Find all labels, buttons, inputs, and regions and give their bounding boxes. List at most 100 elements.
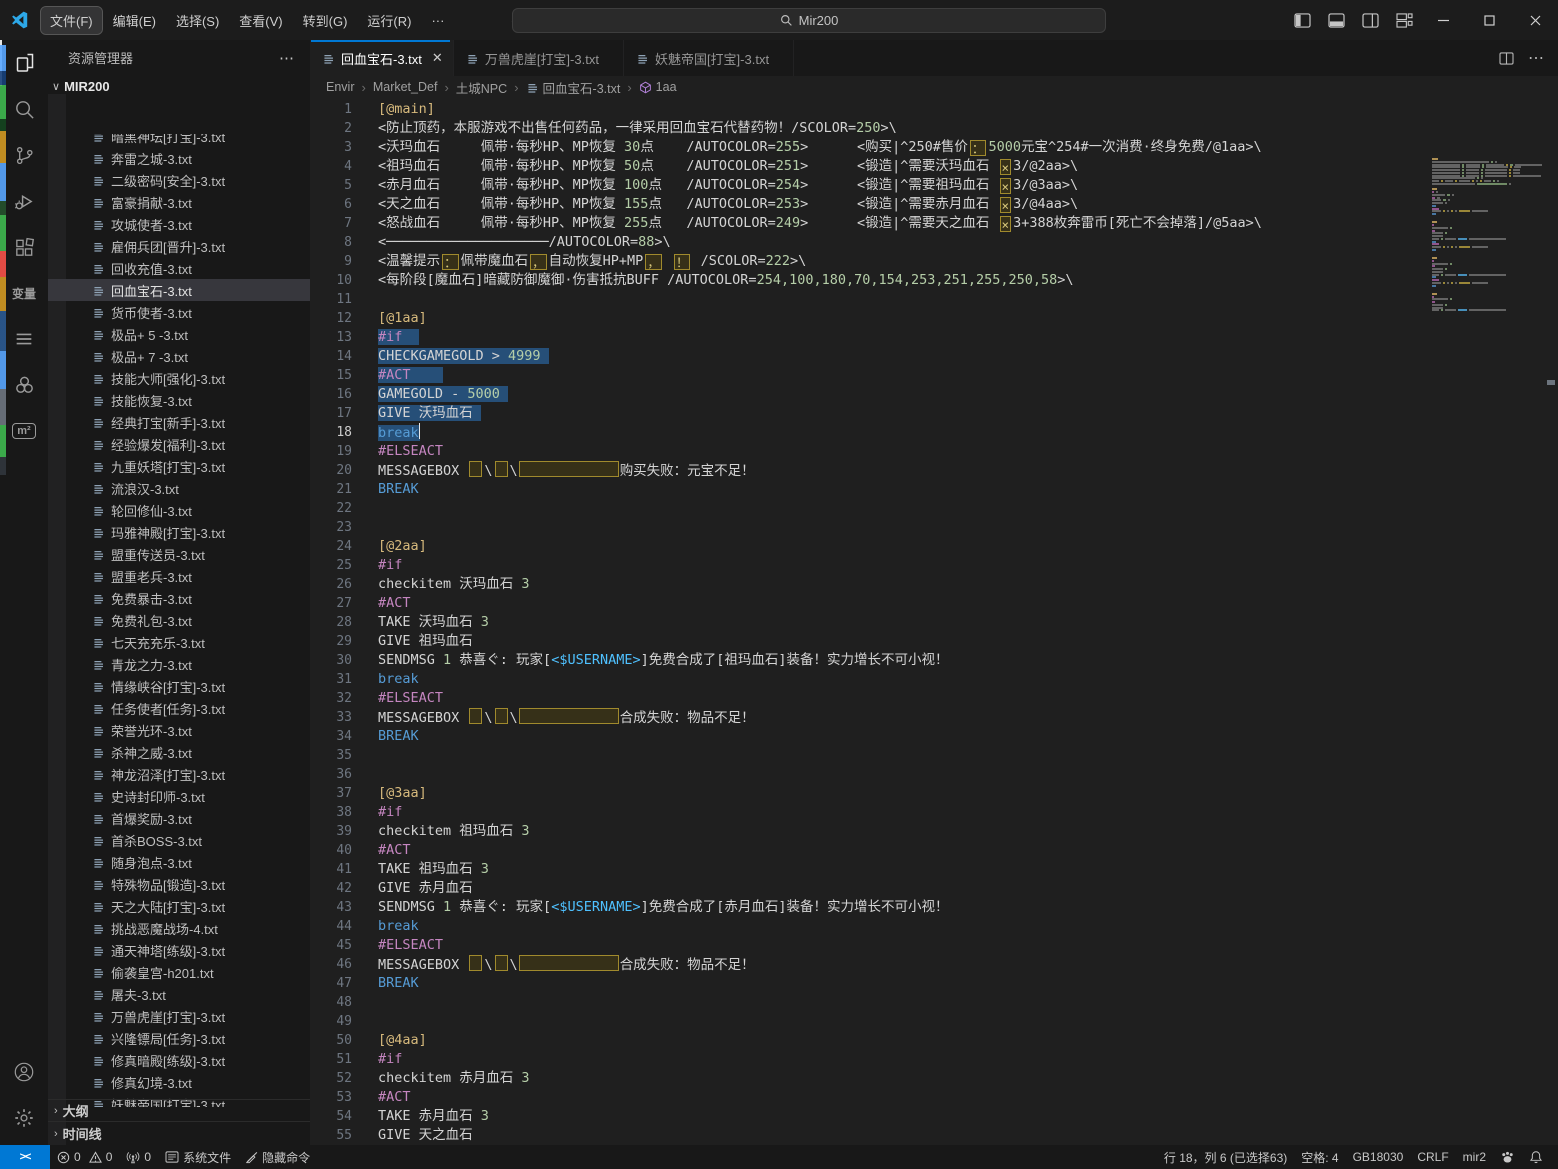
file-item[interactable]: 首杀BOSS-3.txt (48, 829, 310, 851)
ports-status[interactable]: 0 (119, 1145, 158, 1169)
file-item[interactable]: 极品+ 7 -3.txt (48, 345, 310, 367)
activity-knot-extension-icon[interactable] (0, 362, 48, 408)
code-line[interactable]: 12[@1aa] (310, 309, 1558, 328)
code-line[interactable]: 45#ELSEACT (310, 936, 1558, 955)
breadcrumb-item[interactable]: Envir (326, 80, 354, 94)
file-item[interactable]: 富豪捐献-3.txt (48, 191, 310, 213)
file-item[interactable]: 天之大陆[打宝]-3.txt (48, 895, 310, 917)
file-item[interactable]: 史诗封印师-3.txt (48, 785, 310, 807)
file-item[interactable]: 通天神塔[练级]-3.txt (48, 939, 310, 961)
problems-status[interactable]: 0 0 (50, 1145, 119, 1169)
code-line[interactable]: 1[@main] (310, 100, 1558, 119)
code-line[interactable]: 35 (310, 746, 1558, 765)
breadcrumb-item[interactable]: Market_Def (373, 80, 438, 94)
menu-item[interactable]: ··· (422, 9, 453, 32)
code-editor[interactable]: 1[@main]2<防止顶药，本服游戏不出售任何药品，一律采用回血宝石代替药物！… (310, 98, 1558, 1145)
file-item[interactable]: 技能大师[强化]-3.txt (48, 367, 310, 389)
activity-extensions-icon[interactable] (0, 224, 48, 270)
menu-item[interactable]: 转到(G) (294, 7, 357, 34)
code-line[interactable]: 13#if (310, 328, 1558, 347)
file-item[interactable]: 九重妖塔[打宝]-3.txt (48, 455, 310, 477)
code-line[interactable]: 30SENDMSG 1 恭喜ぐ: 玩家[<$USERNAME>]免费合成了[祖玛… (310, 651, 1558, 670)
file-item[interactable]: 攻城使者-3.txt (48, 213, 310, 235)
file-item[interactable]: 七天充充乐-3.txt (48, 631, 310, 653)
code-line[interactable]: 47BREAK (310, 974, 1558, 993)
file-item[interactable]: 青龙之力-3.txt (48, 653, 310, 675)
search-input[interactable]: Mir200 (512, 8, 1106, 33)
file-item[interactable]: 神龙沼泽[打宝]-3.txt (48, 763, 310, 785)
code-line[interactable]: 21BREAK (310, 480, 1558, 499)
cursor-position[interactable]: 行 18，列 6 (已选择63) (1157, 1145, 1294, 1169)
code-line[interactable]: 33MESSAGEBOX \\合成失败：物品不足！ (310, 708, 1558, 727)
code-line[interactable]: 11 (310, 290, 1558, 309)
file-item[interactable]: 盟重老兵-3.txt (48, 565, 310, 587)
explorer-more-icon[interactable]: ⋯ (279, 49, 294, 67)
code-line[interactable]: 4<祖玛血石 佩带·每秒HP、MP恢复 50点 /AUTOCOLOR=251> … (310, 157, 1558, 176)
code-line[interactable]: 28TAKE 沃玛血石 3 (310, 613, 1558, 632)
code-line[interactable]: 23 (310, 518, 1558, 537)
editor-tab[interactable]: 回血宝石-3.txt✕ (310, 40, 454, 76)
code-line[interactable]: 29GIVE 祖玛血石 (310, 632, 1558, 651)
file-item[interactable]: 挑战恶魔战场-4.txt (48, 917, 310, 939)
code-line[interactable]: 46MESSAGEBOX \\合成失败：物品不足！ (310, 955, 1558, 974)
code-line[interactable]: 50[@4aa] (310, 1031, 1558, 1050)
code-line[interactable]: 16GAMEGOLD - 5000 (310, 385, 1558, 404)
file-item[interactable]: 回血宝石-3.txt (48, 279, 310, 301)
menu-item[interactable]: 查看(V) (230, 7, 291, 34)
scrollbar[interactable] (1544, 98, 1558, 1145)
file-item[interactable]: 随身泡点-3.txt (48, 851, 310, 873)
code-line[interactable]: 38#if (310, 803, 1558, 822)
code-line[interactable]: 48 (310, 993, 1558, 1012)
system-file-status[interactable]: 系统文件 (158, 1145, 238, 1169)
file-item[interactable]: 轮回修仙-3.txt (48, 499, 310, 521)
toggle-sidebar-icon[interactable] (1288, 7, 1316, 33)
eol-sequence[interactable]: CRLF (1410, 1145, 1455, 1169)
code-line[interactable]: 39checkitem 祖玛血石 3 (310, 822, 1558, 841)
code-line[interactable]: 40#ACT (310, 841, 1558, 860)
file-item[interactable]: 奔雷之城-3.txt (48, 147, 310, 169)
breadcrumb-item[interactable]: 回血宝石-3.txt (526, 78, 621, 97)
file-item[interactable]: 玛雅神殿[打宝]-3.txt (48, 521, 310, 543)
editor-tab[interactable]: 万兽虎崖[打宝]-3.txt (454, 40, 624, 76)
file-item[interactable]: 特殊物品[锻造]-3.txt (48, 873, 310, 895)
code-line[interactable]: 26checkitem 沃玛血石 3 (310, 575, 1558, 594)
code-line[interactable]: 51#if (310, 1050, 1558, 1069)
editor-tab[interactable]: 妖魅帝国[打宝]-3.txt (624, 40, 794, 76)
editor-more-icon[interactable]: ⋯ (1528, 48, 1544, 68)
activity-run-debug-icon[interactable] (0, 178, 48, 224)
minimize-button[interactable] (1420, 0, 1466, 40)
code-line[interactable]: 49 (310, 1012, 1558, 1031)
code-line[interactable]: 34BREAK (310, 727, 1558, 746)
code-line[interactable]: 19#ELSEACT (310, 442, 1558, 461)
activity-search-icon[interactable] (0, 86, 48, 132)
file-item[interactable]: 经典打宝[新手]-3.txt (48, 411, 310, 433)
menu-item[interactable]: 文件(F) (41, 7, 102, 34)
toggle-panel-icon[interactable] (1322, 7, 1350, 33)
file-item[interactable]: 极品+ 5 -3.txt (48, 323, 310, 345)
file-item[interactable]: 免费礼包-3.txt (48, 609, 310, 631)
code-line[interactable]: 9<温馨提示：佩带魔血石，自动恢复HP+MP， ！ /SCOLOR=222>\ (310, 252, 1558, 271)
code-line[interactable]: 53#ACT (310, 1088, 1558, 1107)
menu-item[interactable]: 编辑(E) (104, 7, 165, 34)
code-line[interactable]: 43SENDMSG 1 恭喜ぐ: 玩家[<$USERNAME>]免费合成了[赤月… (310, 898, 1558, 917)
notifications-bell-icon[interactable] (1522, 1145, 1550, 1169)
file-item[interactable]: 万兽虎崖[打宝]-3.txt (48, 1005, 310, 1027)
toggle-secondary-sidebar-icon[interactable] (1356, 7, 1384, 33)
panel-timeline[interactable]: ›时间线 (48, 1121, 310, 1145)
code-line[interactable]: 55GIVE 天之血石 (310, 1126, 1558, 1145)
code-line[interactable]: 31break (310, 670, 1558, 689)
file-item[interactable]: 雇佣兵团[晋升]-3.txt (48, 235, 310, 257)
activity-bianliang-extension-icon[interactable]: 变量 (0, 270, 48, 316)
menu-item[interactable]: 选择(S) (167, 7, 228, 34)
code-line[interactable]: 54TAKE 赤月血石 3 (310, 1107, 1558, 1126)
file-item[interactable]: 盟重传送员-3.txt (48, 543, 310, 565)
file-item[interactable]: 任务使者[任务]-3.txt (48, 697, 310, 719)
activity-menu-extension-icon[interactable] (0, 316, 48, 362)
file-item[interactable]: 杀神之威-3.txt (48, 741, 310, 763)
file-item[interactable]: 经验爆发[福利]-3.txt (48, 433, 310, 455)
settings-gear-icon[interactable] (0, 1095, 48, 1141)
remote-indicator[interactable]: >< (0, 1145, 50, 1169)
code-line[interactable]: 8<────────────────────/AUTOCOLOR=88>\ (310, 233, 1558, 252)
file-item[interactable]: 首爆奖励-3.txt (48, 807, 310, 829)
hide-command-status[interactable]: 隐藏命令 (238, 1145, 317, 1169)
